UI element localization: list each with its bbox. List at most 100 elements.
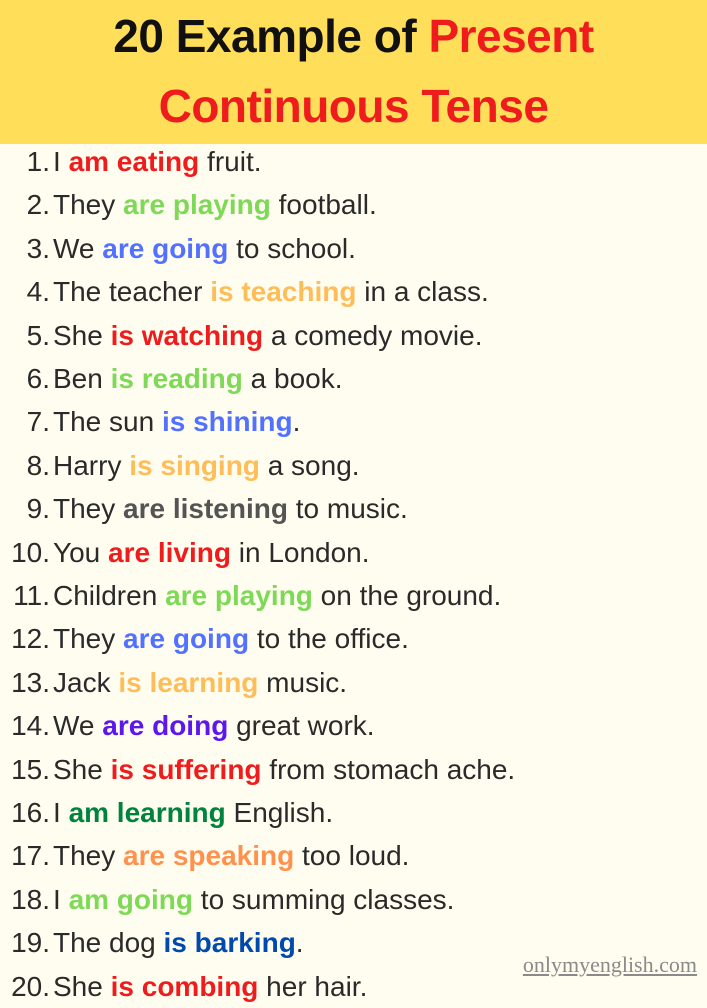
example-number: 10. xyxy=(11,536,50,568)
example-sentence: I am learning English. xyxy=(53,791,333,834)
rest-text: to the office. xyxy=(249,623,409,655)
example-sentence: She is combing her hair. xyxy=(53,965,367,1008)
example-sentence: Children are playing on the ground. xyxy=(53,574,501,617)
example-number: 9. xyxy=(26,493,50,525)
example-sentence: They are going to the office. xyxy=(53,617,409,660)
example-sentence: Harry is singing a song. xyxy=(53,444,360,487)
example-sentence: We are doing great work. xyxy=(53,704,375,747)
verb-phrase: is singing xyxy=(129,449,260,481)
example-number: 2. xyxy=(26,189,50,221)
rest-text: English. xyxy=(225,797,334,828)
subject-text: She xyxy=(53,319,111,351)
subject-text: Jack xyxy=(53,666,119,698)
title-line-2: Continuous Tense xyxy=(158,80,549,132)
rest-text: a book. xyxy=(242,363,343,394)
example-item: 7. The sun is shining. xyxy=(0,400,707,443)
watermark: onlymyenglish.com xyxy=(518,952,697,978)
title-line-1: 20 Example of Present xyxy=(0,8,707,64)
example-number: 13. xyxy=(11,666,50,698)
example-item: 2. They are playing football. xyxy=(0,183,707,226)
example-sentence: They are speaking too loud. xyxy=(53,834,409,877)
example-item: 4. The teacher is teaching in a class. xyxy=(0,270,707,313)
verb-phrase: am learning xyxy=(68,797,226,828)
example-number: 18. xyxy=(11,883,50,915)
example-item: 5. She is watching a comedy movie. xyxy=(0,314,707,357)
rest-text: fruit. xyxy=(199,146,262,177)
example-number: 7. xyxy=(26,406,50,438)
subject-text: Children xyxy=(53,580,166,611)
subject-text: I xyxy=(53,883,69,915)
rest-text: . xyxy=(295,927,304,959)
example-number: 12. xyxy=(11,623,50,655)
rest-text: music. xyxy=(258,666,348,698)
verb-phrase: is watching xyxy=(110,319,264,351)
example-number: 1. xyxy=(26,146,50,177)
verb-phrase: is combing xyxy=(110,970,259,1002)
subject-text: We xyxy=(53,710,103,742)
verb-phrase: are living xyxy=(108,536,231,568)
rest-text: to music. xyxy=(287,493,408,525)
example-number: 6. xyxy=(26,363,50,394)
example-sentence: I am eating fruit. xyxy=(53,140,262,183)
example-item: 10. You are living in London. xyxy=(0,531,707,574)
example-item: 6. Ben is reading a book. xyxy=(0,357,707,400)
example-number: 16. xyxy=(11,797,50,828)
example-number: 11. xyxy=(13,580,50,611)
rest-text: . xyxy=(292,406,301,438)
verb-phrase: is learning xyxy=(118,666,259,698)
rest-text: in a class. xyxy=(356,276,489,308)
verb-phrase: is shining xyxy=(161,406,293,438)
example-item: 17. They are speaking too loud. xyxy=(0,834,707,877)
example-item: 8. Harry is singing a song. xyxy=(0,444,707,487)
verb-phrase: is suffering xyxy=(110,753,262,785)
rest-text: a comedy movie. xyxy=(263,319,483,351)
example-number: 4. xyxy=(26,276,50,308)
rest-text: to summing classes. xyxy=(193,883,455,915)
verb-phrase: are doing xyxy=(102,710,229,742)
example-item: 14. We are doing great work. xyxy=(0,704,707,747)
example-sentence: Ben is reading a book. xyxy=(53,357,343,400)
subject-text: I xyxy=(53,146,69,177)
example-item: 12. They are going to the office. xyxy=(0,617,707,660)
example-item: 11. Children are playing on the ground. xyxy=(0,574,707,617)
rest-text: a song. xyxy=(259,449,360,481)
example-sentence: She is suffering from stomach ache. xyxy=(53,748,515,791)
subject-text: She xyxy=(53,970,111,1002)
example-number: 5. xyxy=(26,319,50,351)
rest-text: football. xyxy=(270,189,377,221)
example-item: 16. I am learning English. xyxy=(0,791,707,834)
example-sentence: They are listening to music. xyxy=(53,487,408,530)
example-sentence: They are playing football. xyxy=(53,183,377,226)
example-item: 9. They are listening to music. xyxy=(0,487,707,530)
subject-text: She xyxy=(53,753,111,785)
example-sentence: Jack is learning music. xyxy=(53,661,347,704)
verb-phrase: am eating xyxy=(68,146,200,177)
subject-text: They xyxy=(53,840,124,872)
title-banner: 20 Example of Present Continuous Tense xyxy=(0,0,707,144)
example-sentence: The teacher is teaching in a class. xyxy=(53,270,489,313)
example-number: 20. xyxy=(11,970,50,1002)
example-sentence: You are living in London. xyxy=(53,531,370,574)
subject-text: I xyxy=(53,797,69,828)
verb-phrase: is barking xyxy=(163,927,296,959)
rest-text: great work. xyxy=(228,710,375,742)
verb-phrase: is teaching xyxy=(210,276,357,308)
example-number: 14. xyxy=(11,710,50,742)
verb-phrase: are going xyxy=(102,232,229,264)
rest-text: too loud. xyxy=(294,840,410,872)
subject-text: You xyxy=(53,536,109,568)
verb-phrase: are playing xyxy=(123,189,271,221)
example-sentence: She is watching a comedy movie. xyxy=(53,314,483,357)
example-item: 3. We are going to school. xyxy=(0,227,707,270)
subject-text: They xyxy=(53,493,124,525)
subject-text: They xyxy=(53,189,124,221)
rest-text: on the ground. xyxy=(312,580,502,611)
verb-phrase: am going xyxy=(68,883,194,915)
example-number: 17. xyxy=(11,840,50,872)
verb-phrase: are listening xyxy=(123,493,288,525)
subject-text: The sun xyxy=(53,406,162,438)
rest-text: her hair. xyxy=(258,970,368,1002)
title-text-black: 20 Example of xyxy=(113,10,429,62)
example-number: 19. xyxy=(11,927,50,959)
rest-text: in London. xyxy=(230,536,370,568)
